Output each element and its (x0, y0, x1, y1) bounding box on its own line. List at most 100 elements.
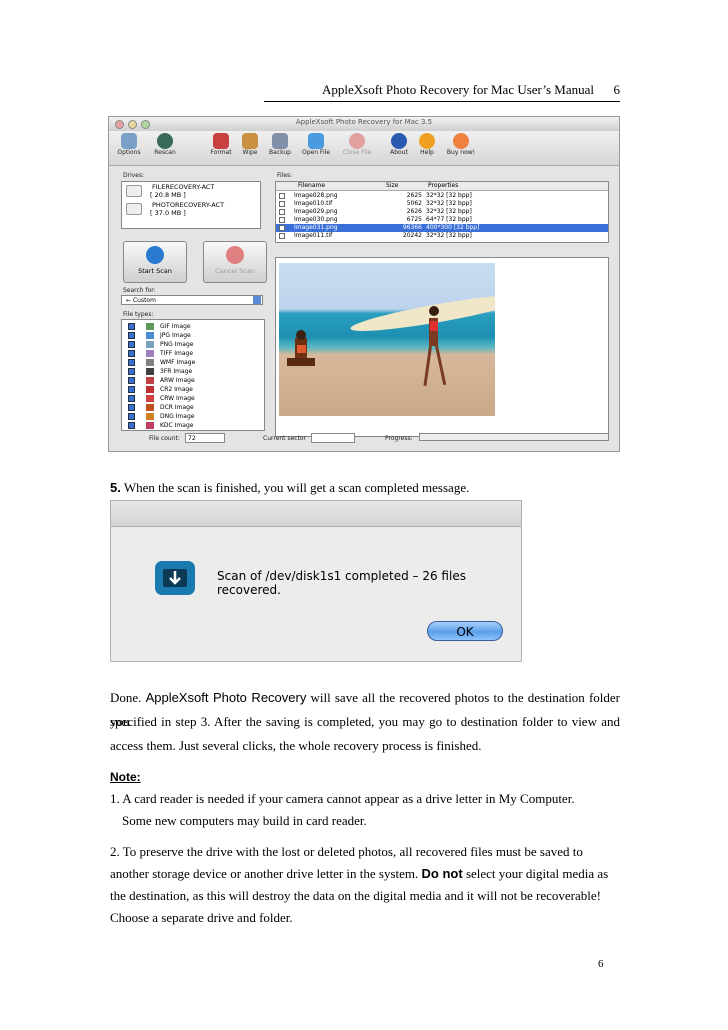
file-row[interactable]: Image010.tif 5062 32*32 [32 bpp] (276, 200, 608, 208)
beach-photo-image (287, 295, 495, 387)
checkbox-icon[interactable] (128, 422, 135, 429)
file-type-item[interactable]: TIFF Image (128, 349, 254, 358)
scan-complete-dialog: Scan of /dev/disk1s1 completed – 26 file… (110, 500, 522, 662)
file-type-item[interactable]: CRW Image (128, 394, 254, 403)
file-type-item[interactable]: DCR Image (128, 403, 254, 412)
dialog-message: Scan of /dev/disk1s1 completed – 26 file… (217, 569, 466, 597)
file-type-icon (146, 377, 154, 384)
ok-button[interactable]: OK (427, 621, 503, 641)
checkbox-icon[interactable] (128, 386, 135, 393)
help-icon (419, 133, 435, 149)
note2-line-4: Choose a separate drive and folder. (110, 910, 293, 925)
checkbox-icon[interactable] (128, 377, 135, 384)
checkbox-icon[interactable] (279, 217, 285, 223)
checkbox-icon[interactable] (279, 225, 285, 231)
file-type-item[interactable]: DNG Image (128, 412, 254, 421)
file-type-icon (146, 332, 154, 339)
checkbox-icon[interactable] (128, 341, 135, 348)
drive-icon (126, 203, 142, 215)
file-row[interactable]: Image028.png 2625 32*32 [32 bpp] (276, 192, 608, 200)
options-icon (121, 133, 137, 149)
column-size[interactable]: Size (386, 182, 398, 190)
product-name: AppleXsoft Photo Recovery (145, 690, 307, 705)
file-type-item[interactable]: WMF Image (128, 358, 254, 367)
app-titlebar: AppleXsoft Photo Recovery for Mac 3.5 (109, 117, 619, 131)
file-type-icon (146, 359, 154, 366)
column-filename[interactable]: Filename (298, 182, 325, 190)
file-type-item[interactable]: KDC Image (128, 421, 254, 430)
search-for-label: Search for: (123, 287, 156, 294)
checkbox-icon[interactable] (128, 332, 135, 339)
rescan-icon (157, 133, 173, 149)
files-label: Files: (277, 172, 293, 179)
header-rule (264, 101, 620, 102)
wipe-icon (242, 133, 258, 149)
checkbox-icon[interactable] (128, 404, 135, 411)
file-type-item[interactable]: PNG Image (128, 340, 254, 349)
buy-now-button[interactable]: Buy now! (441, 133, 481, 156)
file-type-item[interactable]: 3FR Image (128, 367, 254, 376)
checkbox-icon[interactable] (128, 359, 135, 366)
files-table-header: Filename Size Properties (276, 182, 608, 191)
current-sector-label: Current sector (263, 435, 307, 442)
checkbox-icon[interactable] (128, 368, 135, 375)
start-scan-button[interactable]: Start Scan (123, 241, 187, 283)
column-properties[interactable]: Properties (428, 182, 458, 190)
note2-line-3: the destination, as this will destroy th… (110, 888, 601, 903)
stop-hand-icon (226, 246, 244, 264)
header-title: AppleXsoft Photo Recovery for Mac User’s… (322, 82, 594, 97)
drive-download-icon (155, 561, 195, 595)
checkbox-icon[interactable] (279, 193, 285, 199)
open-file-button[interactable]: Open File (296, 133, 336, 156)
file-count-label: File count: (149, 435, 180, 442)
search-for-select[interactable]: ← Custom (121, 295, 263, 305)
rescan-button[interactable]: Rescan (145, 133, 185, 156)
note2-line-2: another storage device or another drive … (110, 866, 609, 881)
backup-button[interactable]: Backup (260, 133, 300, 156)
progress-bar (419, 433, 609, 441)
select-arrow-icon (253, 296, 261, 304)
checkbox-icon[interactable] (279, 201, 285, 207)
app-window-title: AppleXsoft Photo Recovery for Mac 3.5 (295, 118, 433, 126)
magnifier-icon (146, 246, 164, 264)
file-row[interactable]: Image029.png 2626 32*32 [32 bpp] (276, 208, 608, 216)
checkbox-icon[interactable] (128, 350, 135, 357)
file-type-icon (146, 323, 154, 330)
file-type-icon (146, 413, 154, 420)
file-type-icon (146, 341, 154, 348)
file-types-list[interactable]: GIF Image JPG Image PNG Image TIFF Image WMF… (121, 319, 265, 431)
do-not-emphasis: Do not (421, 866, 463, 881)
drives-list[interactable]: FILERECOVERY-ACT [ 20.8 MB ] PHOTORECOVE… (121, 181, 261, 229)
checkbox-icon[interactable] (128, 395, 135, 402)
cancel-scan-button[interactable]: Cancel Scan (203, 241, 267, 283)
note1-line-1: 1. A card reader is needed if your camer… (110, 791, 575, 806)
file-type-icon (146, 386, 154, 393)
preview-photo (279, 263, 495, 416)
back-arrow-icon: ← (126, 297, 132, 304)
close-file-button[interactable]: Close File (337, 133, 377, 156)
checkbox-icon[interactable] (279, 209, 285, 215)
file-row[interactable]: Image011.tif 20242 32*32 [32 bpp] (276, 232, 608, 240)
backup-icon (272, 133, 288, 149)
drive-item[interactable]: PHOTORECOVERY-ACT [ 37.0 MB ] (126, 201, 252, 218)
step5-paragraph: 5. When the scan is finished, you will g… (110, 480, 470, 495)
options-button[interactable]: Options (109, 133, 149, 156)
drive-item[interactable]: FILERECOVERY-ACT [ 20.8 MB ] (126, 183, 252, 200)
checkbox-icon[interactable] (128, 413, 135, 420)
drive-icon (126, 185, 142, 197)
file-row[interactable]: Image031.png 96366 400*300 [32 bpp] (276, 224, 608, 232)
footer-page-number: 6 (598, 958, 604, 970)
file-row[interactable]: Image030.png 6725 64*77 [32 bpp] (276, 216, 608, 224)
format-icon (213, 133, 229, 149)
checkbox-icon[interactable] (128, 323, 135, 330)
file-type-item[interactable]: JPG Image (128, 331, 254, 340)
current-sector-field (311, 433, 355, 443)
file-type-icon (146, 404, 154, 411)
file-types-label: File types: (123, 311, 154, 318)
about-icon (391, 133, 407, 149)
checkbox-icon[interactable] (279, 233, 285, 239)
file-type-item[interactable]: ARW Image (128, 376, 254, 385)
file-type-item[interactable]: CR2 Image (128, 385, 254, 394)
file-type-item[interactable]: GIF Image (128, 322, 254, 331)
files-table[interactable]: Filename Size Properties Image028.png 262… (275, 181, 609, 243)
